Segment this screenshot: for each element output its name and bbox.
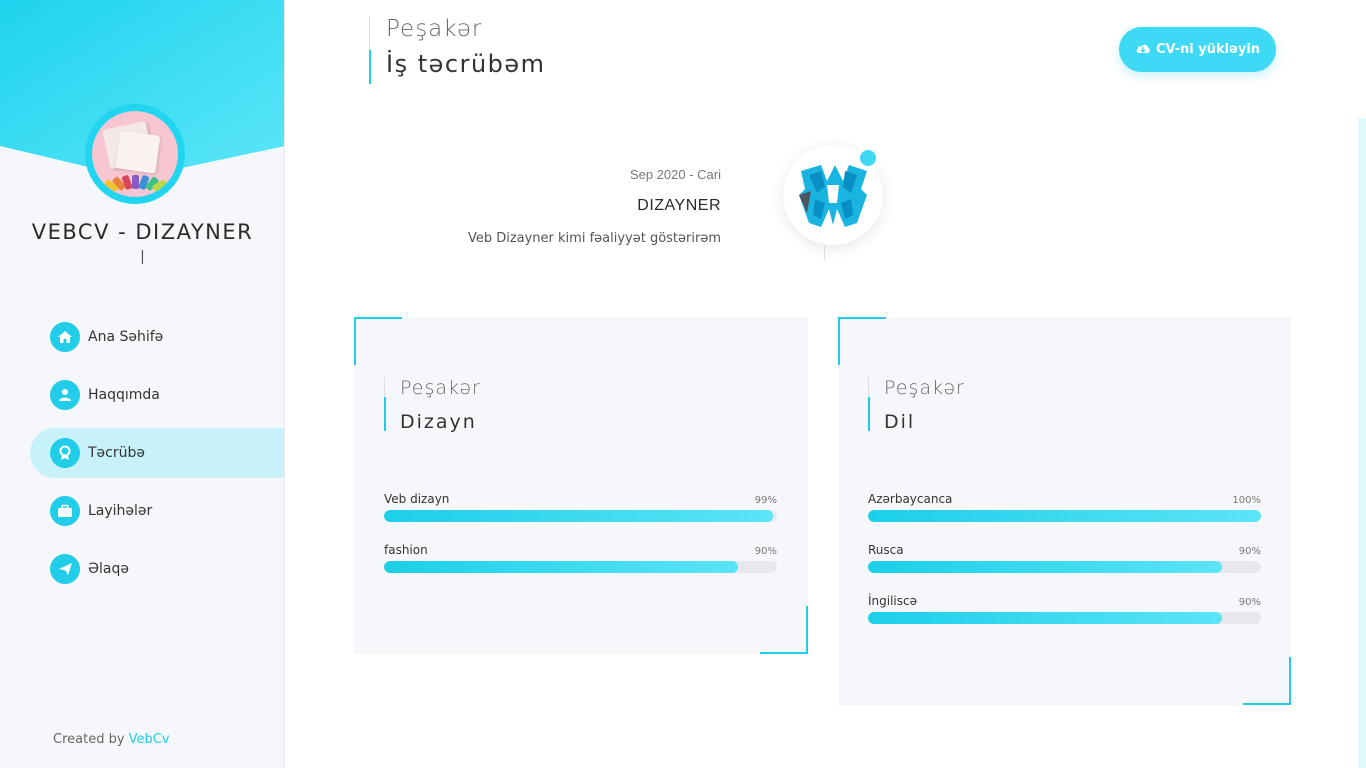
avatar xyxy=(85,104,185,204)
footer-prefix: Created by xyxy=(53,732,125,747)
timeline-date: Sep 2020 - Cari xyxy=(629,167,721,182)
skill-percent: 99% xyxy=(754,495,777,506)
nav-item-contact[interactable]: Əlaqə xyxy=(30,544,284,594)
main-content: Peşakər İş təcrübəm CV-ni yükləyin Sep 2… xyxy=(285,0,1366,768)
skill-percent: 100% xyxy=(1232,495,1261,506)
briefcase-icon xyxy=(50,496,80,526)
timeline-line xyxy=(824,245,825,260)
footer-link[interactable]: VebCv xyxy=(129,732,170,747)
skill-percent: 90% xyxy=(1238,546,1261,557)
user-icon xyxy=(50,380,80,410)
skill-percent: 90% xyxy=(1238,597,1261,608)
timeline-dot xyxy=(857,147,879,169)
skill-track xyxy=(868,510,1261,522)
skill-name: Veb dizayn xyxy=(384,492,450,506)
avatar-image xyxy=(92,111,178,197)
home-icon xyxy=(50,322,80,352)
skill-fill xyxy=(868,510,1261,522)
card-corner-decoration xyxy=(1243,657,1291,705)
timeline-description: Veb Dizayner kimi fəaliyyət göstərirəm xyxy=(467,231,721,246)
page-title: İş təcrübəm xyxy=(386,50,546,78)
scrollbar[interactable] xyxy=(1358,118,1366,768)
skill-name: İngiliscə xyxy=(868,594,917,608)
card-heading: Peşakər Dizayn xyxy=(384,377,481,433)
award-icon xyxy=(50,438,80,468)
skill-fill xyxy=(384,561,738,573)
card-corner-decoration xyxy=(354,317,402,365)
nav-item-projects[interactable]: Layihələr xyxy=(30,486,284,536)
skill-fill xyxy=(384,510,774,522)
skill-track xyxy=(384,510,777,522)
skill-bar: Azərbaycanca 100% xyxy=(868,492,1261,532)
skill-track xyxy=(868,612,1261,624)
card-title: Dizayn xyxy=(400,411,477,433)
skill-bar: Veb dizayn 99% xyxy=(384,492,777,532)
brand-name: VEBCV - DIZAYNER xyxy=(31,220,254,244)
download-cv-label: CV-ni yükləyin xyxy=(1155,42,1261,57)
card-corner-decoration xyxy=(838,317,886,365)
footer-credit: Created by VebCv xyxy=(53,732,170,747)
skill-track xyxy=(384,561,777,573)
skill-fill xyxy=(868,561,1222,573)
paper-plane-icon xyxy=(50,554,80,584)
timeline-role: DIZAYNER xyxy=(637,197,721,214)
nav-label-home: Ana Səhifə xyxy=(88,329,164,345)
sidebar-nav: Ana Səhifə Haqqımda Təcrübə Layihələr Əl… xyxy=(30,312,284,602)
skill-bar: Rusca 90% xyxy=(868,543,1261,583)
skill-bar: fashion 90% xyxy=(384,543,777,583)
skill-name: Rusca xyxy=(868,543,904,557)
sidebar: VEBCV - DIZAYNER | Ana Səhifə Haqqımda T… xyxy=(0,0,285,768)
skill-fill xyxy=(868,612,1222,624)
skill-bar: İngiliscə 90% xyxy=(868,594,1261,634)
nav-item-home[interactable]: Ana Səhifə xyxy=(30,312,284,362)
nav-label-about: Haqqımda xyxy=(88,387,160,403)
card-heading: Peşakər Dil xyxy=(868,377,965,433)
typing-cursor: | xyxy=(140,248,145,265)
skills-card-design: Peşakər Dizayn Veb dizayn 99% fashion 90… xyxy=(354,317,808,654)
card-subtitle: Peşakər xyxy=(400,377,481,399)
card-title: Dil xyxy=(884,411,916,433)
nav-item-experience[interactable]: Təcrübə xyxy=(30,428,284,478)
nav-label-experience: Təcrübə xyxy=(88,445,145,461)
cloud-download-icon xyxy=(1135,42,1151,58)
nav-label-projects: Layihələr xyxy=(88,503,153,519)
download-cv-button[interactable]: CV-ni yükləyin xyxy=(1119,27,1276,72)
nav-item-about[interactable]: Haqqımda xyxy=(30,370,284,420)
skills-card-language: Peşakər Dil Azərbaycanca 100% Rusca 90% … xyxy=(838,317,1291,705)
card-corner-decoration xyxy=(760,606,808,654)
skill-percent: 90% xyxy=(754,546,777,557)
card-subtitle: Peşakər xyxy=(884,377,965,399)
skill-track xyxy=(868,561,1261,573)
skill-name: Azərbaycanca xyxy=(868,492,953,506)
skill-name: fashion xyxy=(384,543,428,557)
page-subtitle: Peşakər xyxy=(386,16,483,42)
page-heading: Peşakər İş təcrübəm xyxy=(369,16,546,84)
nav-label-contact: Əlaqə xyxy=(88,561,129,577)
